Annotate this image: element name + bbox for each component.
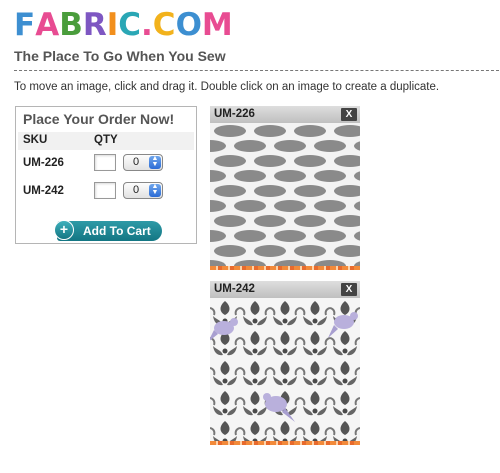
logo-letter: A [35,7,60,43]
qty-select-value: 0 [133,156,140,168]
order-panel-title: Place Your Order Now! [23,111,175,127]
swatch-sku-label: UM-226 [214,108,255,120]
qty-select-value: 0 [133,184,140,196]
logo-letter: C [152,7,176,43]
logo-letter: O [175,7,202,43]
add-to-cart-button[interactable]: + Add To Cart [54,220,162,241]
swatch-header: UM-226 X [210,106,360,123]
instructions-text: To move an image, click and drag it. Dou… [14,81,440,93]
logo-letter: I [106,7,119,43]
fabric-image-ikat[interactable] [210,123,360,270]
swatch-sku-label: UM-242 [214,283,255,295]
fabric-swatch-um-242[interactable]: UM-242 X [210,281,360,449]
fabric-logo[interactable]: F A B R I C . C O M [14,6,233,42]
qty-column-header: QTY [94,134,118,146]
close-icon[interactable]: X [341,108,357,121]
row-sku-label: UM-226 [23,157,64,169]
swatch-header: UM-242 X [210,281,360,298]
qty-select[interactable]: 0 ▲ ▼ [123,154,163,171]
fabric-swatch-um-226[interactable]: UM-226 X [210,106,360,274]
selvage-edge [210,441,360,445]
add-to-cart-label: Add To Cart [83,224,151,238]
qty-input[interactable] [94,182,116,199]
logo-letter: C [118,7,142,43]
sku-column-header: SKU [23,134,48,146]
logo-letter: M [201,7,233,43]
dashed-divider [14,70,499,71]
qty-input[interactable] [94,154,116,171]
logo-letter: B [59,7,83,43]
logo-letter: . [141,7,153,43]
logo-letter: R [82,7,107,43]
tagline: The Place To Go When You Sew [14,48,226,64]
logo-letter: F [14,7,36,43]
fabric-image-damask[interactable] [210,298,360,445]
row-sku-label: UM-242 [23,185,64,197]
order-panel: Place Your Order Now! SKU QTY UM-226 0 ▲… [15,106,197,244]
stepper-arrows-icon: ▲ ▼ [149,155,161,169]
close-icon[interactable]: X [341,283,357,296]
stepper-arrows-icon: ▲ ▼ [149,183,161,197]
qty-select[interactable]: 0 ▲ ▼ [123,182,163,199]
plus-icon: + [54,220,74,240]
selvage-edge [210,266,360,270]
